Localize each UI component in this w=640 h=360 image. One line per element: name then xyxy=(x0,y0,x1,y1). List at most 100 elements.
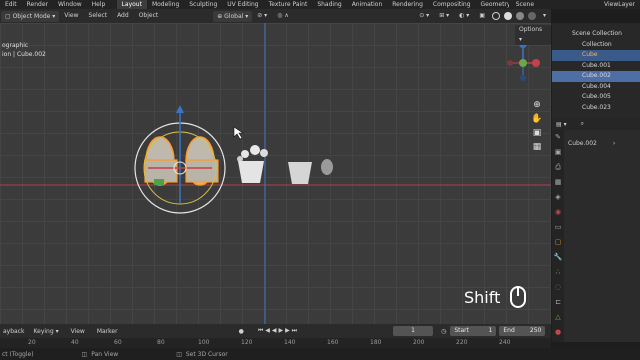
outliner-item-cube[interactable]: Cube xyxy=(552,50,640,61)
ruler-tick: 20 xyxy=(28,339,36,346)
navigation-gizmo[interactable] xyxy=(507,40,540,81)
constraints-tab-icon[interactable]: ⊏ xyxy=(552,295,564,310)
gizmo-icon[interactable]: ⊞ ▾ xyxy=(434,9,454,23)
record-button[interactable]: ● xyxy=(239,328,244,335)
viewport-nav-buttons: ⊕ ✋ ▣ ▦ xyxy=(531,98,543,154)
menu-view[interactable]: View xyxy=(59,9,83,23)
selected-object[interactable] xyxy=(134,105,226,214)
tab-texture-paint[interactable]: Texture Paint xyxy=(264,0,313,9)
marker-menu[interactable]: Marker xyxy=(91,328,124,335)
clock-icon[interactable]: ◷ xyxy=(441,328,446,335)
proportional-edit-icon[interactable]: ◎ ∧ xyxy=(272,9,294,23)
cactus-pot-object[interactable] xyxy=(237,145,268,183)
start-frame-field[interactable]: Start 1 xyxy=(450,326,497,336)
shading-solid-icon[interactable] xyxy=(503,12,512,20)
tab-animation[interactable]: Animation xyxy=(347,0,388,9)
zoom-icon[interactable]: ⊕ xyxy=(531,98,543,112)
end-value: 250 xyxy=(529,327,542,334)
tab-geometry-nodes[interactable]: Geometry Noc xyxy=(476,0,509,9)
mode-dropdown[interactable]: ▢ Object Mode ▾ xyxy=(1,10,60,22)
world-tab-icon[interactable]: ◉ xyxy=(552,205,564,220)
tab-sculpting[interactable]: Sculpting xyxy=(184,0,222,9)
status-set-3d-cursor: Set 3D Cursor xyxy=(185,350,228,358)
visibility-icon[interactable]: ⊙ ▾ xyxy=(414,9,434,23)
menu-window[interactable]: Window xyxy=(53,0,87,9)
outliner-item-cube-005[interactable]: Cube.005 xyxy=(552,92,640,103)
tab-layout[interactable]: Layout xyxy=(116,0,147,9)
properties-editor-icon[interactable]: ▤ ▾ xyxy=(556,121,567,128)
tab-shading[interactable]: Shading xyxy=(312,0,346,9)
mode-label: Object Mode xyxy=(12,12,51,20)
outliner-item-label: Cube.005 xyxy=(582,93,611,100)
outliner-item-cube-002[interactable]: Cube.002 xyxy=(552,71,640,82)
shift-key-label: Shift xyxy=(464,287,501,307)
tab-modeling[interactable]: Modeling xyxy=(147,0,184,9)
timeline-header: ayback Keying ▾ View Marker ● ⏮◀◀▶▶⏭ 1 ◷… xyxy=(0,324,551,338)
overlay-icon[interactable]: ◐ ▾ xyxy=(454,9,474,23)
ruler-tick: 120 xyxy=(241,339,253,346)
physics-tab-icon[interactable]: ◌ xyxy=(552,280,564,295)
3d-viewport[interactable]: ographic ion | Cube.002 Options ▾ ⊕ ✋ ▣ … xyxy=(0,23,551,324)
current-frame-field[interactable]: 1 xyxy=(393,326,434,336)
tool-tab-icon[interactable]: ✎ xyxy=(552,130,564,145)
outliner-item-label: Cube.023 xyxy=(582,103,611,111)
output-tab-icon[interactable]: ⎙ xyxy=(552,160,564,175)
ruler-tick: 220 xyxy=(456,339,468,346)
outliner-item-cube-004[interactable]: Cube.004 xyxy=(552,82,640,93)
view-projection-text: ographic xyxy=(2,42,29,49)
material-tab-icon[interactable]: ● xyxy=(552,325,564,340)
menu-edit[interactable]: Edit xyxy=(0,0,22,9)
scene-tab-icon[interactable]: ◈ xyxy=(552,190,564,205)
tab-rendering[interactable]: Rendering xyxy=(387,0,428,9)
data-tab-icon[interactable]: △ xyxy=(552,310,564,325)
menu-select[interactable]: Select xyxy=(84,9,113,23)
outliner-item-label: Cube xyxy=(582,51,598,58)
scene-collection-row[interactable]: Scene Collection xyxy=(552,29,640,40)
perspective-grid-icon[interactable]: ▦ xyxy=(531,140,543,154)
object-tab-icon[interactable]: ▢ xyxy=(552,235,564,250)
viewport-scene xyxy=(0,23,551,324)
pan-hand-icon[interactable]: ✋ xyxy=(531,112,543,126)
shading-wireframe-icon[interactable] xyxy=(491,12,500,20)
keying-menu[interactable]: Keying ▾ xyxy=(28,328,65,335)
view-layer-tab-icon[interactable]: ▦ xyxy=(552,175,564,190)
pot-object[interactable] xyxy=(288,162,312,184)
particles-tab-icon[interactable]: ∴ xyxy=(552,265,564,280)
tab-uv-editing[interactable]: UV Editing xyxy=(222,0,263,9)
shading-options-icon[interactable]: ▾ xyxy=(538,9,551,23)
end-frame-field[interactable]: End 250 xyxy=(499,326,546,336)
outliner-item-label: Cube.002 xyxy=(582,72,611,79)
transform-label: Global xyxy=(224,12,244,20)
snap-icon[interactable]: ⊘ ▾ xyxy=(252,9,272,23)
shading-material-icon[interactable] xyxy=(515,12,524,20)
render-tab-icon[interactable]: ▣ xyxy=(552,145,564,160)
outliner-item-cube-023[interactable]: Cube.023 xyxy=(552,103,640,114)
view-layer-selector[interactable]: ViewLayer xyxy=(599,0,640,9)
modifier-tab-icon[interactable]: 🔧 xyxy=(552,250,564,265)
ruler-tick: 100 xyxy=(198,339,210,346)
ruler-tick: 80 xyxy=(157,339,165,346)
playback-controls[interactable]: ⏮◀◀▶▶⏭ xyxy=(258,327,299,335)
transform-orientation-dropdown[interactable]: ⊕ Global ▾ xyxy=(213,10,253,22)
object-name-field[interactable]: Cube.002 xyxy=(568,140,597,147)
object-name-row: Cube.002 › xyxy=(568,138,640,148)
search-icon[interactable]: ⌕ xyxy=(581,120,584,128)
collection-tab-icon[interactable]: ▭ xyxy=(552,220,564,235)
menu-help[interactable]: Help xyxy=(87,0,111,9)
xray-icon[interactable]: ▣ xyxy=(474,9,490,23)
tab-compositing[interactable]: Compositing xyxy=(428,0,476,9)
menu-add[interactable]: Add xyxy=(112,9,134,23)
outliner-item-cube-001[interactable]: Cube.001 xyxy=(552,61,640,72)
shading-rendered-icon[interactable] xyxy=(527,12,536,20)
small-object[interactable] xyxy=(321,159,333,175)
scene-selector[interactable]: Scene xyxy=(511,0,539,9)
collection-row[interactable]: Collection xyxy=(552,40,640,51)
timeline-view-menu[interactable]: View xyxy=(65,328,91,335)
ruler-tick: 140 xyxy=(284,339,296,346)
options-dropdown[interactable]: Options ▾ xyxy=(515,25,551,45)
camera-icon[interactable]: ▣ xyxy=(531,126,543,140)
menu-render[interactable]: Render xyxy=(22,0,53,9)
playback-menu[interactable]: ayback xyxy=(0,328,28,335)
timeline-ruler[interactable]: 20 40 60 80 100 120 140 160 180 200 220 … xyxy=(0,338,551,348)
menu-object[interactable]: Object xyxy=(134,9,164,23)
